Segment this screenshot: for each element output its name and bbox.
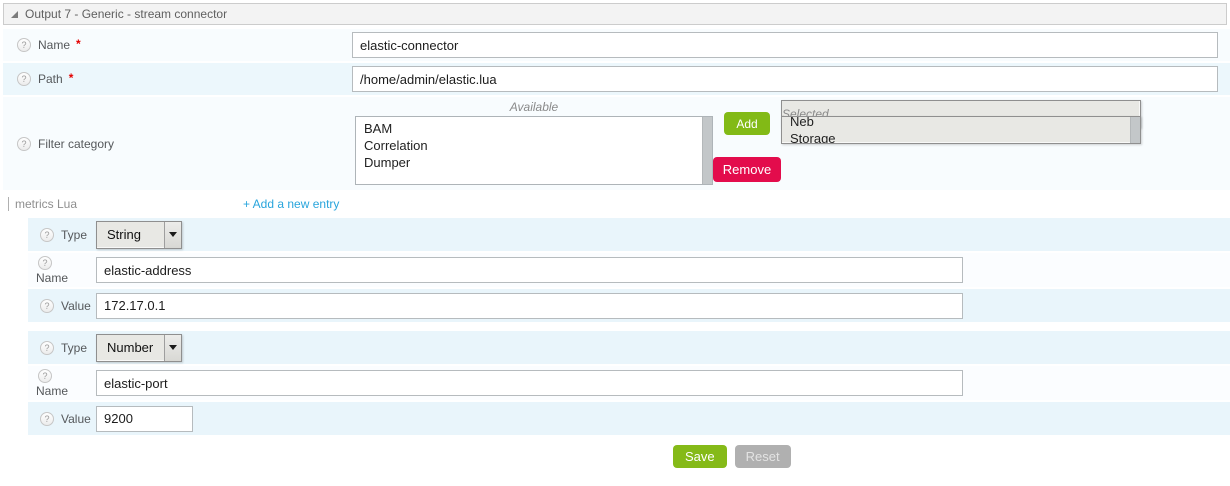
metrics-section-header: metrics Lua + Add a new entry [8, 197, 1230, 215]
field-row-name: ? Name * [3, 29, 1230, 61]
list-item[interactable]: BAM [364, 120, 692, 137]
metric-type-row: ? Type Number [28, 331, 1230, 364]
metrics-section-title: metrics Lua [8, 197, 77, 211]
help-icon[interactable]: ? [38, 256, 52, 270]
path-input[interactable] [352, 66, 1218, 92]
remove-button[interactable]: Remove [713, 157, 781, 182]
save-button[interactable]: Save [673, 445, 727, 468]
type-select[interactable]: Number [96, 334, 182, 362]
type-label-cell: ? Type [28, 228, 96, 242]
section-title: Output 7 - Generic - stream connector [25, 7, 227, 21]
collapse-triangle-icon [11, 11, 18, 18]
name-label-cell: ? Name [28, 256, 96, 285]
name-label-cell: ? Name * [3, 38, 352, 52]
scrollbar[interactable] [702, 117, 712, 184]
chevron-down-icon [169, 232, 177, 237]
form-actions: Save Reset [673, 445, 1230, 468]
type-label-cell: ? Type [28, 341, 96, 355]
name-label-cell: ? Name [28, 369, 96, 398]
selected-items: Neb Storage [782, 116, 856, 144]
type-label: Type [61, 228, 87, 242]
metric-name-input[interactable] [96, 257, 963, 283]
scrollbar[interactable] [1130, 117, 1140, 143]
value-label: Value [61, 412, 91, 426]
metric-name-row: ? Name [28, 366, 1230, 400]
available-items: BAM Correlation Dumper [356, 117, 712, 174]
value-label: Value [61, 299, 91, 313]
name-label: Name [38, 38, 70, 52]
name-label: Name [36, 271, 68, 285]
metric-value-input[interactable] [96, 406, 193, 432]
help-icon[interactable]: ? [40, 299, 54, 313]
add-new-entry-link[interactable]: + Add a new entry [243, 197, 339, 211]
list-item[interactable]: Neb [790, 116, 836, 130]
section-header[interactable]: Output 7 - Generic - stream connector [3, 3, 1227, 25]
filter-category-label: Filter category [38, 137, 114, 151]
field-row-path: ? Path * [3, 63, 1230, 95]
select-dropdown-button[interactable] [164, 335, 181, 361]
chevron-down-icon [169, 345, 177, 350]
name-label: Name [36, 384, 68, 398]
help-icon[interactable]: ? [17, 72, 31, 86]
metric-value-input[interactable] [96, 293, 963, 319]
metric-value-row: ? Value [28, 289, 1230, 322]
path-label-cell: ? Path * [3, 72, 352, 86]
list-item[interactable]: Dumper [364, 154, 692, 171]
reset-button[interactable]: Reset [735, 445, 791, 468]
help-icon[interactable]: ? [40, 228, 54, 242]
help-icon[interactable]: ? [17, 137, 31, 151]
available-list[interactable]: BAM Correlation Dumper [355, 116, 713, 185]
type-select-value: Number [97, 340, 164, 355]
selected-list[interactable]: Neb Storage [781, 116, 1141, 144]
available-list-label: Available [355, 100, 713, 114]
type-label: Type [61, 341, 87, 355]
metric-type-row: ? Type String [28, 218, 1230, 251]
name-input[interactable] [352, 32, 1218, 58]
add-button[interactable]: Add [724, 112, 770, 135]
filter-category-label-cell: ? Filter category [3, 137, 352, 151]
metric-name-input[interactable] [96, 370, 963, 396]
help-icon[interactable]: ? [38, 369, 52, 383]
path-label: Path [38, 72, 63, 86]
help-icon[interactable]: ? [17, 38, 31, 52]
help-icon[interactable]: ? [40, 412, 54, 426]
metric-name-row: ? Name [28, 253, 1230, 287]
help-icon[interactable]: ? [40, 341, 54, 355]
required-asterisk: * [69, 71, 74, 85]
required-asterisk: * [76, 37, 81, 51]
list-item[interactable]: Storage [790, 130, 836, 144]
stream-connector-form: Output 7 - Generic - stream connector ? … [0, 3, 1230, 468]
select-dropdown-button[interactable] [164, 222, 181, 248]
value-label-cell: ? Value [28, 299, 96, 313]
metric-value-row: ? Value [28, 402, 1230, 435]
type-select-value: String [97, 227, 164, 242]
field-row-filter-category: ? Filter category Available BAM Correlat… [3, 97, 1230, 190]
list-item[interactable]: Correlation [364, 137, 692, 154]
value-label-cell: ? Value [28, 412, 96, 426]
type-select[interactable]: String [96, 221, 182, 249]
